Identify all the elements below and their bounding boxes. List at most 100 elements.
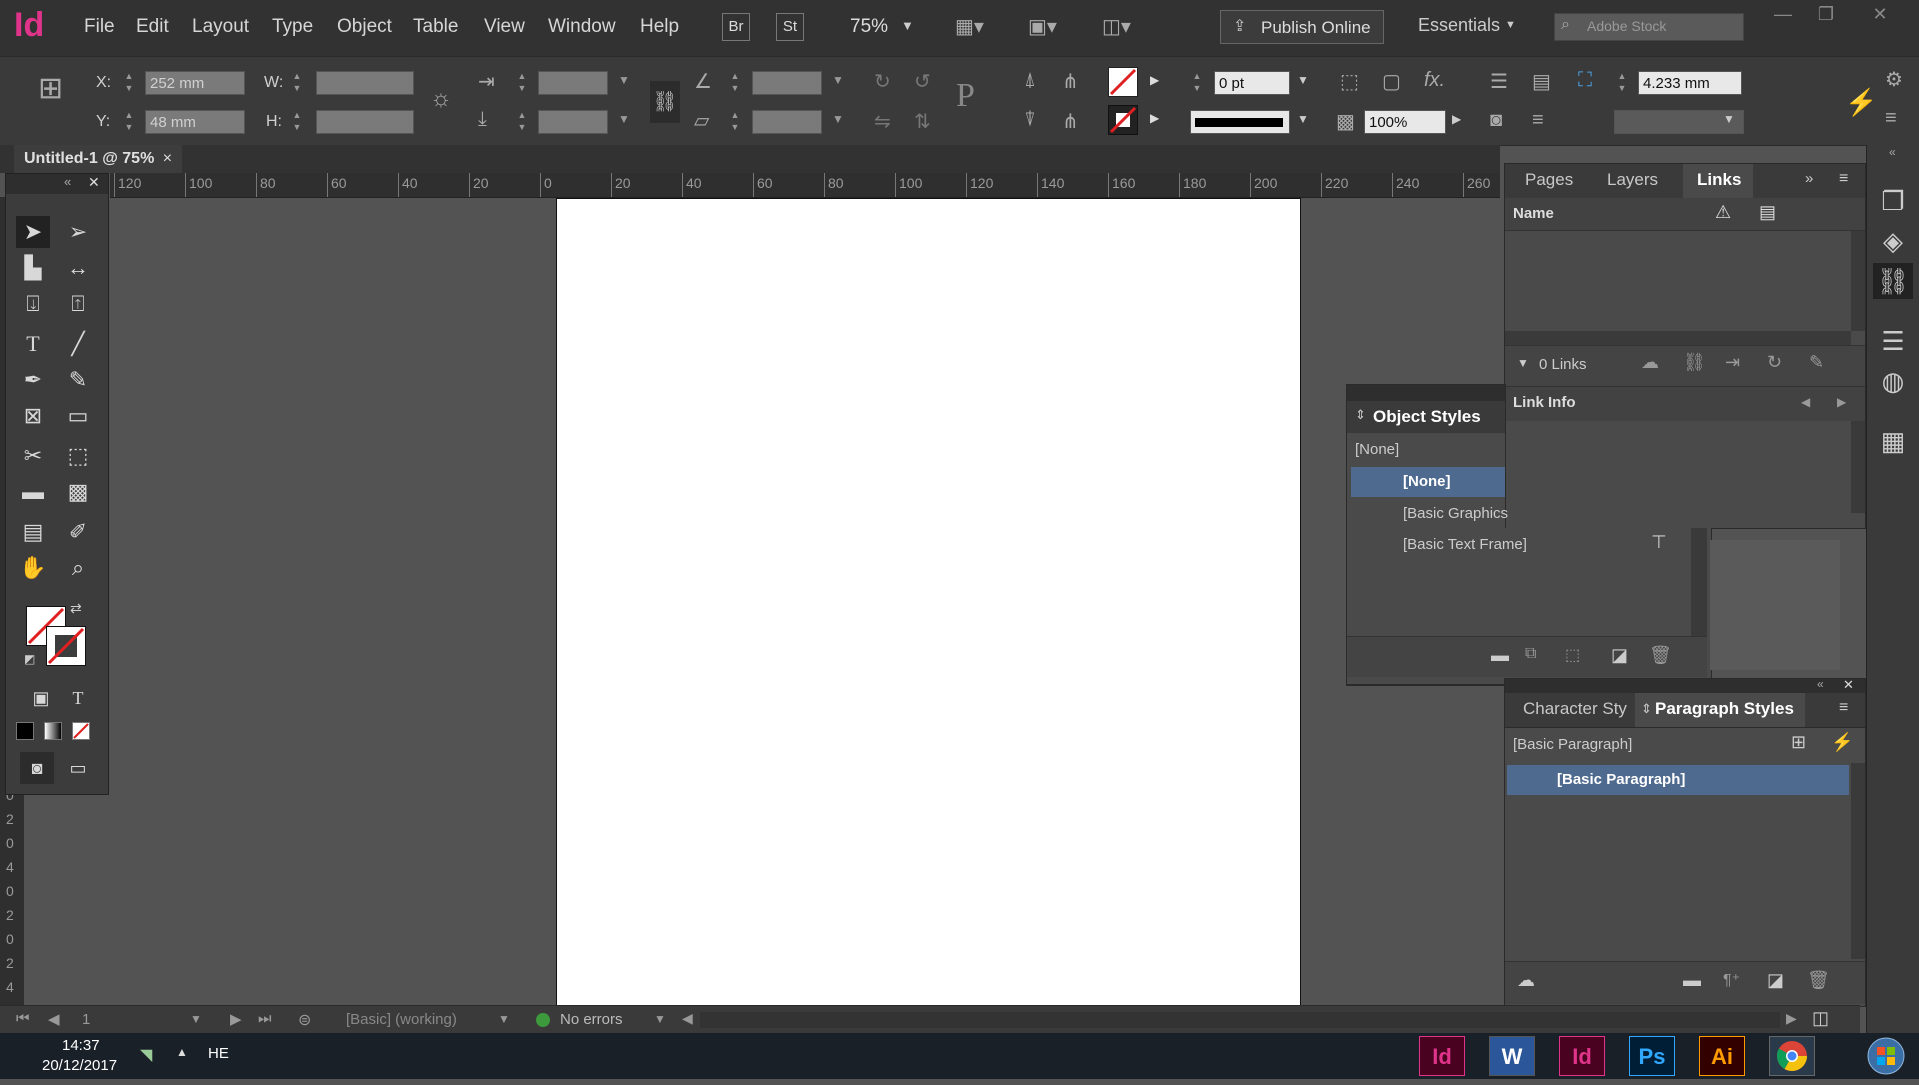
- color-palette-icon[interactable]: ◍: [1873, 363, 1913, 399]
- paragraph-panel-menu-icon[interactable]: ≡: [1839, 699, 1848, 717]
- network-icon[interactable]: ◥: [140, 1045, 152, 1065]
- create-new-style-icon[interactable]: ◪: [1767, 970, 1784, 991]
- rotate-cw-icon[interactable]: ↻: [874, 69, 891, 94]
- stroke-color-swatch[interactable]: [46, 626, 86, 666]
- tab-character-styles[interactable]: Character Sty: [1523, 699, 1627, 719]
- restore-icon[interactable]: ❐: [1806, 4, 1846, 26]
- previous-link-icon[interactable]: ◀: [1801, 395, 1810, 409]
- stroke-swatch[interactable]: [1108, 105, 1138, 135]
- scale-x-dropdown-icon[interactable]: ▼: [618, 73, 630, 87]
- previous-page-icon[interactable]: ◀: [48, 1010, 60, 1028]
- shear-stepper[interactable]: ▲ ▼: [728, 109, 742, 135]
- links-icon[interactable]: ⛓: [1873, 263, 1913, 299]
- stock-button[interactable]: St: [776, 13, 804, 41]
- tab-pages[interactable]: Pages: [1525, 170, 1573, 190]
- close-tools-icon[interactable]: ✕: [88, 174, 100, 191]
- links-list[interactable]: [1505, 231, 1851, 331]
- select-next-icon[interactable]: ⋔: [1062, 109, 1079, 134]
- rectangle-tool-icon[interactable]: ▭: [61, 400, 95, 432]
- object-styles-scrollbar[interactable]: [1691, 528, 1707, 636]
- direct-selection-tool-icon[interactable]: ➢: [61, 216, 95, 248]
- style-dropdown-icon[interactable]: ▼: [1723, 112, 1735, 126]
- size-field[interactable]: 4.233 mm: [1638, 71, 1742, 95]
- selection-tool-icon[interactable]: ➤: [16, 216, 50, 248]
- quick-apply-lightning-icon[interactable]: ⚡: [1845, 87, 1877, 118]
- clear-overrides-icon[interactable]: ⧉: [1525, 645, 1536, 663]
- taskbar-chrome-icon[interactable]: [1769, 1036, 1815, 1076]
- menu-window[interactable]: Window: [548, 16, 616, 38]
- menu-layout[interactable]: Layout: [192, 16, 249, 38]
- document-page[interactable]: [556, 198, 1301, 1007]
- shear-field[interactable]: [752, 110, 822, 134]
- swatches-icon[interactable]: ▦: [1873, 423, 1913, 459]
- zoom-level[interactable]: 75%: [850, 16, 888, 38]
- collapse-tools-icon[interactable]: «: [64, 174, 71, 189]
- document-tab[interactable]: Untitled-1 @ 75% ×: [14, 145, 183, 173]
- zoom-dropdown-icon[interactable]: ▼: [901, 18, 914, 33]
- taskbar-illustrator-icon[interactable]: Ai: [1699, 1036, 1745, 1076]
- opacity-field[interactable]: 100%: [1364, 110, 1446, 134]
- collapse-panels-icon[interactable]: «: [1817, 677, 1824, 691]
- menu-view[interactable]: View: [484, 16, 525, 38]
- drop-shadow-icon[interactable]: ▢: [1382, 69, 1401, 94]
- open-document-icon[interactable]: ⊜: [298, 1010, 311, 1030]
- cc-libraries-icon[interactable]: ☁: [1641, 352, 1659, 373]
- bridge-button[interactable]: Br: [722, 13, 750, 41]
- start-button[interactable]: [1865, 1036, 1907, 1076]
- content-placer-icon[interactable]: ⍐: [61, 288, 95, 320]
- pen-tool-icon[interactable]: ✒: [16, 364, 50, 396]
- formatting-text-icon[interactable]: T: [61, 682, 95, 714]
- stroke-menu-arrow-icon[interactable]: ▶: [1150, 111, 1159, 125]
- taskbar-word-icon[interactable]: W: [1489, 1036, 1535, 1076]
- reference-point-icon[interactable]: ⊞: [38, 71, 63, 106]
- links-horizontal-scrollbar[interactable]: [1505, 331, 1851, 345]
- quick-apply-icon[interactable]: ⚡: [1831, 732, 1853, 753]
- arrange-documents-icon[interactable]: ◫▾: [1102, 14, 1131, 39]
- fill-menu-arrow-icon[interactable]: ▶: [1150, 73, 1159, 87]
- opacity-menu-arrow-icon[interactable]: ▶: [1452, 112, 1461, 126]
- delete-style-icon[interactable]: 🗑: [1649, 645, 1672, 666]
- preflight-menu-icon[interactable]: ▼: [654, 1012, 666, 1026]
- content-collector-icon[interactable]: ⍗: [16, 288, 50, 320]
- split-window-icon[interactable]: ◫: [1812, 1008, 1829, 1029]
- default-colors-icon[interactable]: ◩: [24, 652, 35, 666]
- menu-help[interactable]: Help: [640, 16, 679, 38]
- select-previous-icon[interactable]: ⍒: [1024, 109, 1036, 132]
- menu-type[interactable]: Type: [272, 16, 313, 38]
- expand-dock-icon[interactable]: «: [1889, 145, 1896, 159]
- tools-panel-header[interactable]: « ✕: [6, 174, 108, 194]
- w-stepper[interactable]: ▲ ▼: [290, 70, 304, 96]
- rotate-ccw-icon[interactable]: ↺: [914, 69, 931, 94]
- apply-gradient-icon[interactable]: [44, 722, 62, 740]
- workspace-switcher[interactable]: Essentials: [1418, 15, 1500, 36]
- text-wrap-jump-icon[interactable]: ≡: [1532, 109, 1544, 132]
- apply-color-icon[interactable]: [16, 722, 34, 740]
- apply-none-icon[interactable]: [72, 722, 90, 740]
- menu-object[interactable]: Object: [337, 16, 392, 38]
- normal-view-icon[interactable]: ◙: [20, 752, 54, 784]
- scale-x-field[interactable]: [538, 71, 608, 95]
- scale-x-stepper[interactable]: ▲ ▼: [515, 70, 529, 96]
- screen-mode-icon[interactable]: ▣▾: [1028, 14, 1057, 39]
- next-link-icon[interactable]: ▶: [1837, 395, 1846, 409]
- screen-mode-preview-icon[interactable]: ▭: [61, 752, 95, 784]
- shear-dropdown-icon[interactable]: ▼: [832, 112, 844, 126]
- link-info-scrollbar[interactable]: [1851, 421, 1865, 513]
- delete-style-icon[interactable]: 🗑: [1807, 970, 1830, 991]
- rotation-stepper[interactable]: ▲ ▼: [728, 70, 742, 96]
- scissors-tool-icon[interactable]: ✂: [16, 440, 50, 472]
- effects-fx-icon[interactable]: fx.: [1424, 69, 1445, 92]
- paragraph-styles-scrollbar[interactable]: [1851, 763, 1865, 959]
- rectangle-frame-tool-icon[interactable]: ⊠: [16, 400, 50, 432]
- stroke-weight-stepper[interactable]: ▲ ▼: [1190, 70, 1204, 96]
- new-style-from-selection-icon[interactable]: ⊞: [1791, 732, 1806, 753]
- hand-tool-icon[interactable]: ✋: [16, 552, 50, 584]
- clock-time[interactable]: 14:37: [62, 1037, 100, 1054]
- pencil-tool-icon[interactable]: ✎: [61, 364, 95, 396]
- fill-swatch[interactable]: [1108, 67, 1138, 97]
- select-content-icon[interactable]: ⋔: [1062, 69, 1079, 94]
- y-field[interactable]: 48 mm: [145, 110, 245, 134]
- page-tool-icon[interactable]: ▙: [16, 252, 50, 284]
- clear-overrides-icon[interactable]: ¶⁺: [1723, 970, 1740, 990]
- stroke-type-field[interactable]: [1190, 110, 1290, 134]
